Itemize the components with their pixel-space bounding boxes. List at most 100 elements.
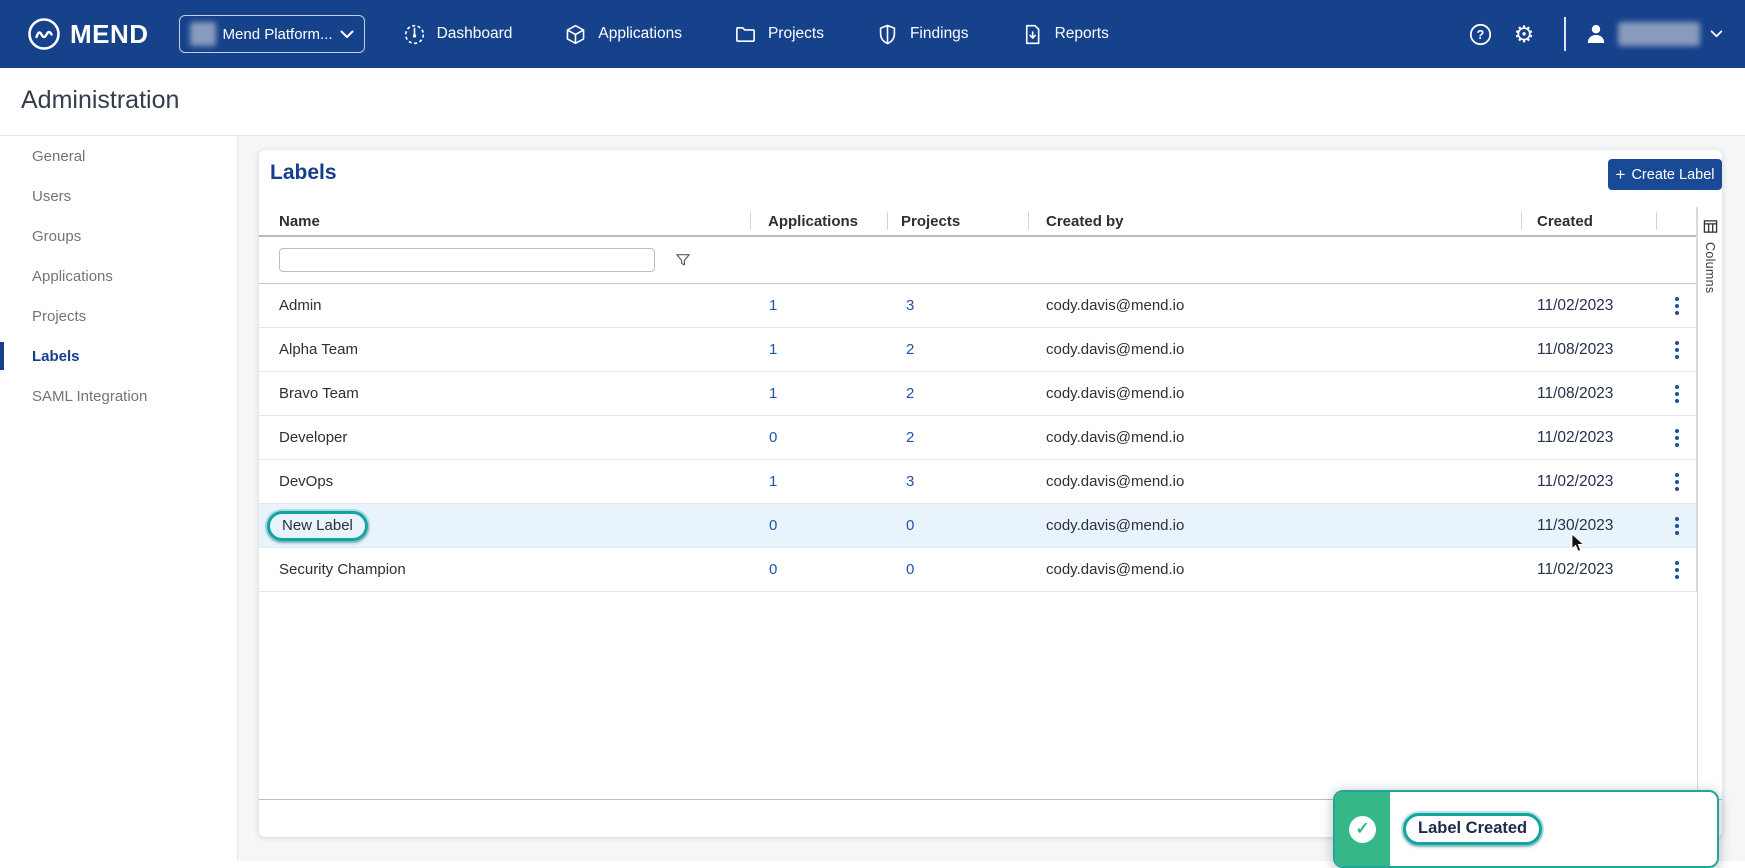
- column-header-name[interactable]: Name: [259, 207, 750, 235]
- nav-item-findings[interactable]: Findings: [876, 23, 969, 46]
- applications-count-cell: 1: [750, 341, 887, 358]
- nav-label: Projects: [768, 25, 824, 43]
- shield-icon: [876, 23, 899, 46]
- mend-wave-icon: [27, 17, 61, 51]
- mend-logo[interactable]: MEND: [27, 17, 149, 51]
- projects-count-link[interactable]: 2: [906, 341, 914, 358]
- page-header: Administration: [0, 68, 1745, 136]
- row-actions-kebab-icon[interactable]: [1656, 429, 1697, 447]
- table-row[interactable]: DevOps 1 3 cody.davis@mend.io 11/02/2023: [259, 460, 1696, 504]
- created-date-cell: 11/02/2023: [1521, 429, 1656, 447]
- table-header-row: Name Applications Projects Created by Cr…: [259, 207, 1696, 237]
- nav-label: Applications: [598, 25, 682, 43]
- column-header-created[interactable]: Created: [1521, 207, 1656, 235]
- created-by-cell: cody.davis@mend.io: [1028, 341, 1521, 358]
- label-name-cell: Bravo Team: [259, 385, 750, 402]
- redacted-org-name: [190, 22, 216, 46]
- created-by-cell: cody.davis@mend.io: [1028, 297, 1521, 314]
- chevron-down-icon: [340, 30, 354, 39]
- label-name-cell: Admin: [259, 297, 750, 314]
- table-row[interactable]: Admin 1 3 cody.davis@mend.io 11/02/2023: [259, 284, 1696, 328]
- row-actions-kebab-icon[interactable]: [1656, 473, 1697, 491]
- applications-count-cell: 1: [750, 473, 887, 490]
- created-date-cell: 11/02/2023: [1521, 473, 1656, 491]
- applications-count-link[interactable]: 0: [769, 517, 777, 534]
- chevron-down-icon: [1710, 30, 1723, 38]
- nav-item-applications[interactable]: Applications: [564, 23, 682, 46]
- created-date-cell: 11/02/2023: [1521, 297, 1656, 315]
- toast-notification[interactable]: ✓ Label Created: [1333, 790, 1719, 868]
- sidebar-item-saml-integration[interactable]: SAML Integration: [0, 376, 237, 416]
- toast-message: Label Created: [1403, 813, 1542, 845]
- columns-icon: [1703, 219, 1718, 234]
- label-name-cell: DevOps: [259, 473, 750, 490]
- row-actions-kebab-icon[interactable]: [1656, 517, 1697, 535]
- created-by-cell: cody.davis@mend.io: [1028, 385, 1521, 402]
- user-menu[interactable]: [1584, 22, 1723, 46]
- sidebar-item-projects[interactable]: Projects: [0, 296, 237, 336]
- toast-success-accent: ✓: [1335, 792, 1390, 866]
- projects-count-cell: 2: [887, 429, 1028, 446]
- create-label-button[interactable]: + Create Label: [1608, 159, 1722, 190]
- row-actions-kebab-icon[interactable]: [1656, 561, 1697, 579]
- applications-count-link[interactable]: 0: [769, 429, 777, 446]
- dashboard-gauge-icon: [403, 23, 426, 46]
- help-icon[interactable]: ?: [1458, 22, 1502, 47]
- column-header-actions: [1656, 207, 1697, 235]
- nav-label: Dashboard: [437, 25, 513, 43]
- table-row[interactable]: Alpha Team 1 2 cody.davis@mend.io 11/08/…: [259, 328, 1696, 372]
- navbar-divider: [1564, 17, 1566, 51]
- user-avatar-icon: [1584, 22, 1608, 46]
- column-header-created-by[interactable]: Created by: [1028, 207, 1521, 235]
- applications-count-link[interactable]: 1: [769, 385, 777, 402]
- redacted-user-name: [1618, 22, 1700, 46]
- created-by-cell: cody.davis@mend.io: [1028, 429, 1521, 446]
- column-header-applications[interactable]: Applications: [750, 207, 887, 235]
- sidebar-item-general[interactable]: General: [0, 136, 237, 176]
- row-actions-kebab-icon[interactable]: [1656, 385, 1697, 403]
- nav-label: Reports: [1055, 25, 1109, 43]
- name-filter-input[interactable]: [279, 248, 655, 272]
- columns-panel-tab[interactable]: Columns: [1697, 207, 1722, 799]
- projects-count-link[interactable]: 3: [906, 473, 914, 490]
- projects-count-link[interactable]: 2: [906, 385, 914, 402]
- projects-count-link[interactable]: 3: [906, 297, 914, 314]
- column-header-projects[interactable]: Projects: [887, 207, 1028, 235]
- projects-count-link[interactable]: 2: [906, 429, 914, 446]
- row-actions-kebab-icon[interactable]: [1656, 297, 1697, 315]
- created-date-cell: 11/08/2023: [1521, 341, 1656, 359]
- applications-count-link[interactable]: 1: [769, 341, 777, 358]
- columns-tab-label: Columns: [1703, 242, 1717, 293]
- settings-gear-icon[interactable]: ⚙: [1502, 23, 1546, 46]
- sidebar-item-labels[interactable]: Labels: [0, 336, 237, 376]
- table-row[interactable]: Bravo Team 1 2 cody.davis@mend.io 11/08/…: [259, 372, 1696, 416]
- created-by-cell: cody.davis@mend.io: [1028, 561, 1521, 578]
- table-row[interactable]: Developer 0 2 cody.davis@mend.io 11/02/2…: [259, 416, 1696, 460]
- sidebar-item-applications[interactable]: Applications: [0, 256, 237, 296]
- filter-funnel-icon[interactable]: [675, 252, 691, 268]
- nav-item-reports[interactable]: Reports: [1021, 23, 1109, 46]
- nav-item-projects[interactable]: Projects: [734, 23, 824, 46]
- applications-count-link[interactable]: 0: [769, 561, 777, 578]
- applications-count-link[interactable]: 1: [769, 297, 777, 314]
- projects-count-link[interactable]: 0: [906, 561, 914, 578]
- navbar-right: ? ⚙: [1458, 17, 1723, 51]
- created-date-cell: 11/30/2023: [1521, 517, 1656, 535]
- svg-text:?: ?: [1476, 27, 1484, 41]
- applications-count-link[interactable]: 1: [769, 473, 777, 490]
- table-filter-row: [259, 237, 1696, 284]
- sidebar-item-users[interactable]: Users: [0, 176, 237, 216]
- sidebar-item-groups[interactable]: Groups: [0, 216, 237, 256]
- org-selector-dropdown[interactable]: Mend Platform...: [179, 15, 365, 53]
- labels-table: Name Applications Projects Created by Cr…: [259, 207, 1697, 592]
- plus-icon: +: [1616, 165, 1626, 185]
- projects-count-link[interactable]: 0: [906, 517, 914, 534]
- table-row[interactable]: Security Champion 0 0 cody.davis@mend.io…: [259, 548, 1696, 592]
- created-date-cell: 11/02/2023: [1521, 561, 1656, 579]
- row-actions-kebab-icon[interactable]: [1656, 341, 1697, 359]
- nav-item-dashboard[interactable]: Dashboard: [403, 23, 513, 46]
- applications-count-cell: 0: [750, 561, 887, 578]
- projects-count-cell: 0: [887, 517, 1028, 534]
- table-row-highlighted[interactable]: New Label 0 0 cody.davis@mend.io 11/30/2…: [259, 504, 1696, 548]
- labels-title: Labels: [270, 161, 337, 185]
